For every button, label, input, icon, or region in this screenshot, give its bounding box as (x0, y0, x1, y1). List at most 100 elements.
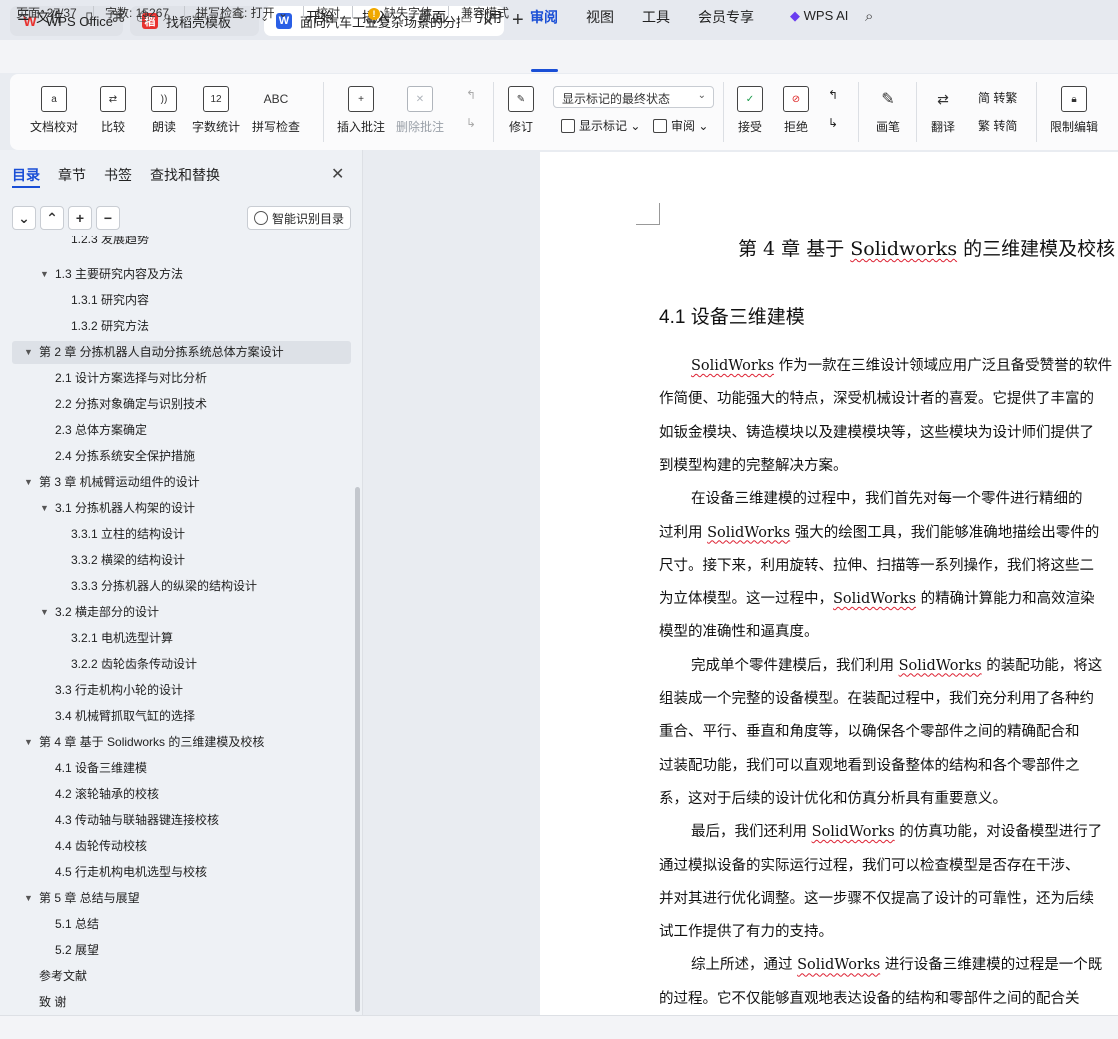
toc-item[interactable]: 3.2.1 电机选型计算 (12, 627, 351, 650)
reject-button[interactable]: ⊘ 拒绝 (783, 86, 809, 135)
toc-item[interactable]: 3.2.2 齿轮齿条传动设计 (12, 653, 351, 676)
word-count-indicator[interactable]: 字数: 15267 (105, 4, 169, 21)
paragraph-line[interactable]: 的过程。它不仅能够直观地表达设备的结构和零部件之间的配合关 (659, 987, 1080, 1008)
expand-arrow-icon[interactable]: ▼ (40, 601, 49, 624)
accept-button[interactable]: ✓ 接受 (737, 86, 763, 135)
to-traditional-button[interactable]: 简 转繁 (978, 89, 1017, 106)
toc-item[interactable]: 3.3.3 分拣机器人的纵梁的结构设计 (12, 575, 351, 598)
nav-tab-find-replace[interactable]: 查找和替换 (150, 165, 220, 185)
close-icon[interactable]: ✕ (331, 164, 344, 184)
menu-review[interactable]: 审阅 (530, 7, 558, 27)
nav-tab-toc[interactable]: 目录 (12, 165, 40, 185)
nav-tab-chapters[interactable]: 章节 (58, 165, 86, 185)
toc-item[interactable]: 4.2 滚轮轴承的校核 (12, 783, 351, 806)
paragraph-line[interactable]: 尺寸。接下来，利用旋转、拉伸、扫描等一系列操作，我们将这些二 (659, 554, 1094, 575)
page-indicator[interactable]: 页面: 27/37 (16, 4, 77, 21)
expand-arrow-icon[interactable]: ▼ (24, 471, 33, 494)
toc-item[interactable]: ▼ 第 4 章 基于 Solidworks 的三维建模及校核 (12, 731, 351, 754)
paragraph-line[interactable]: 作简便、功能强大的特点，深受机械设计者的喜爱。它提供了丰富的 (659, 387, 1094, 408)
paragraph-line[interactable]: 如钣金模块、铸造模块以及建模模块等，这些模块为设计师们提供了 (659, 421, 1094, 442)
show-markup-button[interactable]: 显示标记 ⌄ (561, 117, 640, 134)
menu-tools[interactable]: 工具 (642, 7, 670, 27)
prev-comment-icon[interactable]: ↰ (466, 88, 476, 102)
pen-button[interactable]: ✎ 画笔 (875, 86, 901, 135)
menu-member[interactable]: 会员专享 (698, 7, 754, 27)
next-change-icon[interactable]: ↳ (828, 116, 838, 130)
toc-item[interactable]: 4.1 设备三维建模 (12, 757, 351, 780)
spell-check-status[interactable]: 拼写检查: 打开 ⌄ (196, 4, 288, 21)
toc-item[interactable]: 5.1 总结 (12, 913, 351, 936)
expand-arrow-icon[interactable]: ▼ (24, 731, 33, 754)
toc-item[interactable]: 2.2 分拣对象确定与识别技术 (12, 393, 351, 416)
search-icon[interactable]: ⌕ (865, 8, 873, 25)
toc-item[interactable]: 4.4 齿轮传动校核 (12, 835, 351, 858)
paragraph-line[interactable]: 重合、平行、垂直和角度等，以确保各个零部件之间的精确配合和 (659, 720, 1080, 741)
collapse-down-button[interactable]: ⌄ (12, 206, 36, 230)
toc-item[interactable]: 3.4 机械臂抓取气缸的选择 (12, 705, 351, 728)
toc-item[interactable]: 3.3.1 立柱的结构设计 (12, 523, 351, 546)
word-count-button[interactable]: 12 字数统计 (192, 86, 240, 135)
chapter-title[interactable]: 第 4 章 基于 Solidworks 的三维建模及校核 (738, 234, 1115, 261)
toc-item[interactable]: ▼ 第 2 章 分拣机器人自动分拣系统总体方案设计 (12, 341, 351, 364)
toc-item[interactable]: 致 谢 (12, 991, 351, 1014)
paragraph-line[interactable]: 最后，我们还利用 SolidWorks 的仿真功能，对设备模型进行了 (691, 820, 1102, 841)
restrict-edit-button[interactable]: 🔒︎ 限制编辑 (1050, 86, 1098, 135)
paragraph-line[interactable]: 系，这对于后续的设计优化和仿真分析具有重要意义。 (659, 787, 1007, 808)
insert-comment-button[interactable]: + 插入批注 (337, 86, 385, 135)
wps-ai-button[interactable]: ◆ WPS AI (790, 8, 848, 24)
toc-item[interactable]: 1.3.1 研究内容 (12, 289, 351, 312)
expand-arrow-icon[interactable]: ▼ (40, 263, 49, 286)
toc-item[interactable]: 2.3 总体方案确定 (12, 419, 351, 442)
expand-arrow-icon[interactable]: ▼ (24, 341, 33, 364)
revise-button[interactable]: ✎ 修订 (508, 86, 534, 135)
nav-tab-bookmarks[interactable]: 书签 (104, 165, 132, 185)
collapse-up-button[interactable]: ⌃ (40, 206, 64, 230)
toc-item[interactable]: 1.2.3 发展趋势 (12, 236, 351, 251)
new-tab-plus-icon[interactable]: + (512, 9, 524, 32)
markup-state-select[interactable]: 显示标记的最终状态 ⌄ (553, 86, 714, 108)
toc-item[interactable]: 2.4 分拣系统安全保护措施 (12, 445, 351, 468)
document-page[interactable] (540, 152, 1118, 1015)
section-title[interactable]: 4.1 设备三维建模 (659, 302, 805, 329)
toc-item[interactable]: 4.3 传动轴与联轴器键连接校核 (12, 809, 351, 832)
prev-change-icon[interactable]: ↰ (828, 88, 838, 102)
toc-item[interactable]: 2.1 设计方案选择与对比分析 (12, 367, 351, 390)
toc-item[interactable]: ▼ 第 5 章 总结与展望 (12, 887, 351, 910)
expand-arrow-icon[interactable]: ▼ (40, 497, 49, 520)
paragraph-line[interactable]: 组装成一个完整的设备模型。在装配过程中，我们充分利用了各种约 (659, 687, 1094, 708)
to-simplified-button[interactable]: 繁 转简 (978, 117, 1017, 134)
toc-item[interactable]: ▼ 第 3 章 机械臂运动组件的设计 (12, 471, 351, 494)
add-heading-button[interactable]: + (68, 206, 92, 230)
proofread-button[interactable]: a 文档校对 (30, 86, 78, 135)
toc-item[interactable]: 1.3.2 研究方法 (12, 315, 351, 338)
toc-item[interactable]: 4.5 行走机构电机选型与校核 (12, 861, 351, 884)
toc-item[interactable]: ▼ 3.1 分拣机器人构架的设计 (12, 497, 351, 520)
paragraph-line[interactable]: 通过模拟设备的实际运行过程，我们可以检查模型是否存在干涉、 (659, 854, 1080, 875)
missing-font-status[interactable]: ! 缺失字体 (368, 4, 432, 21)
toc-item[interactable]: ▼ 1.3 主要研究内容及方法 (12, 263, 351, 286)
paragraph-line[interactable]: 试工作提供了有力的支持。 (659, 920, 833, 941)
toc-item[interactable]: 3.3.2 横梁的结构设计 (12, 549, 351, 572)
smart-toc-button[interactable]: 智能识别目录 (247, 206, 351, 230)
paragraph-line[interactable]: 综上所述，通过 SolidWorks 进行设备三维建模的过程是一个既 (691, 953, 1102, 974)
toc-item[interactable]: 3.3 行走机构小轮的设计 (12, 679, 351, 702)
paragraph-line[interactable]: 并对其进行优化调整。这一步骤不仅提高了设计的可靠性，还为后续 (659, 887, 1094, 908)
paragraph-line[interactable]: 过利用 SolidWorks 强大的绘图工具，我们能够准确地描绘出零件的 (659, 521, 1099, 542)
paragraph-line[interactable]: 完成单个零件建模后，我们利用 SolidWorks 的装配功能，将这 (691, 654, 1102, 675)
toc-item[interactable]: ▼ 3.2 横走部分的设计 (12, 601, 351, 624)
review-pane-button[interactable]: 审阅 ⌄ (653, 117, 708, 134)
toc-item[interactable]: 参考文献 (12, 965, 351, 988)
toc-item[interactable]: 5.2 展望 (12, 939, 351, 962)
expand-arrow-icon[interactable]: ▼ (24, 887, 33, 910)
proofread-status[interactable]: 校对 (316, 4, 340, 21)
paragraph-line[interactable]: 为立体模型。这一过程中，SolidWorks 的精确计算能力和高效渲染 (659, 587, 1095, 608)
read-aloud-button[interactable]: )) 朗读 (151, 86, 177, 135)
paragraph-line[interactable]: 过装配功能，我们可以直观地看到设备整体的结构和各个零部件之 (659, 754, 1080, 775)
translate-button[interactable]: ⇄ 翻译 (930, 86, 956, 135)
spell-check-button[interactable]: ABC 拼写检查 (252, 86, 300, 135)
compare-button[interactable]: ⇄ 比较 (100, 86, 126, 135)
paragraph-line[interactable]: SolidWorks 作为一款在三维设计领域应用广泛且备受赞誉的软件 (691, 354, 1112, 375)
menu-view[interactable]: 视图 (586, 7, 614, 27)
next-comment-icon[interactable]: ↳ (466, 116, 476, 130)
paragraph-line[interactable]: 在设备三维建模的过程中，我们首先对每一个零件进行精细的 (691, 487, 1083, 508)
